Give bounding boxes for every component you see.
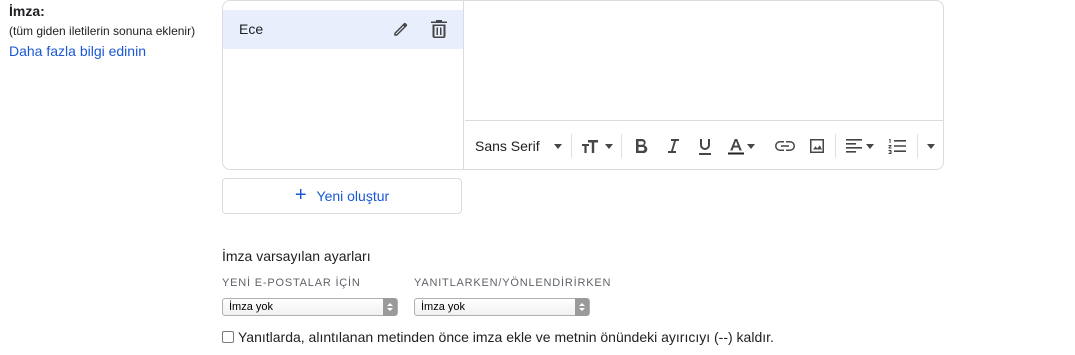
font-family-select[interactable]: Sans Serif [475,134,567,158]
signature-list: Ece [223,1,464,169]
create-new-signature-button[interactable]: + Yeni oluştur [222,178,462,214]
signature-item-name: Ece [239,21,264,37]
chevron-down-icon [604,143,613,149]
text-size-icon[interactable] [579,134,615,158]
signature-editor: Sans Serif [465,1,943,169]
signature-defaults-title: İmza varsayılan ayarları [222,248,371,264]
signature-item[interactable]: Ece [223,10,463,49]
align-icon[interactable] [843,134,877,158]
new-emails-select-value: İmza yok [229,301,274,313]
bold-icon[interactable] [629,134,653,158]
toolbar-divider [571,134,572,158]
plus-icon: + [294,184,307,206]
signature-section-title: İmza: [9,3,45,19]
link-icon[interactable] [773,134,797,158]
create-new-label: Yeni oluştur [316,188,390,204]
trash-icon[interactable] [429,19,449,39]
text-color-icon[interactable] [725,134,757,158]
signature-section-subtitle: (tüm giden iletilerin sonuna eklenir) [9,24,196,38]
formatting-toolbar: Sans Serif [465,122,943,169]
chevron-down-icon [866,143,874,149]
insert-before-quote-label: Yanıtlarda, alıntılanan metinden önce im… [238,329,774,345]
italic-icon[interactable] [661,134,685,158]
insert-before-quote-option: Yanıtlarda, alıntılanan metinden önce im… [222,329,774,345]
reply-forward-signature-select[interactable]: İmza yok [414,298,590,316]
pencil-icon[interactable] [391,19,411,39]
reply-forward-select-value: İmza yok [421,301,466,313]
image-icon[interactable] [805,134,829,158]
select-stepper-icon [383,298,397,316]
signature-panel: Ece Sans Serif [222,0,944,170]
toolbar-divider [621,134,622,158]
new-emails-label: YENİ E-POSTALAR İÇİN [222,277,361,289]
numbered-list-icon[interactable] [885,134,909,158]
reply-forward-label: YANITLARKEN/YÖNLENDİRİRKEN [414,277,612,289]
signature-label-block: İmza: (tüm giden iletilerin sonuna eklen… [9,3,219,59]
font-family-label: Sans Serif [475,138,540,154]
chevron-down-icon [927,143,935,149]
new-emails-signature-select[interactable]: İmza yok [222,298,398,316]
signature-text-area[interactable] [465,1,943,121]
chevron-down-icon [746,143,755,149]
underline-icon[interactable] [693,134,717,158]
more-options-icon[interactable] [921,134,941,158]
chevron-down-icon [553,143,562,149]
toolbar-divider [917,134,918,158]
learn-more-link[interactable]: Daha fazla bilgi edinin [9,43,219,59]
select-stepper-icon [575,298,589,316]
insert-before-quote-checkbox[interactable] [222,331,234,343]
toolbar-divider [835,134,836,158]
